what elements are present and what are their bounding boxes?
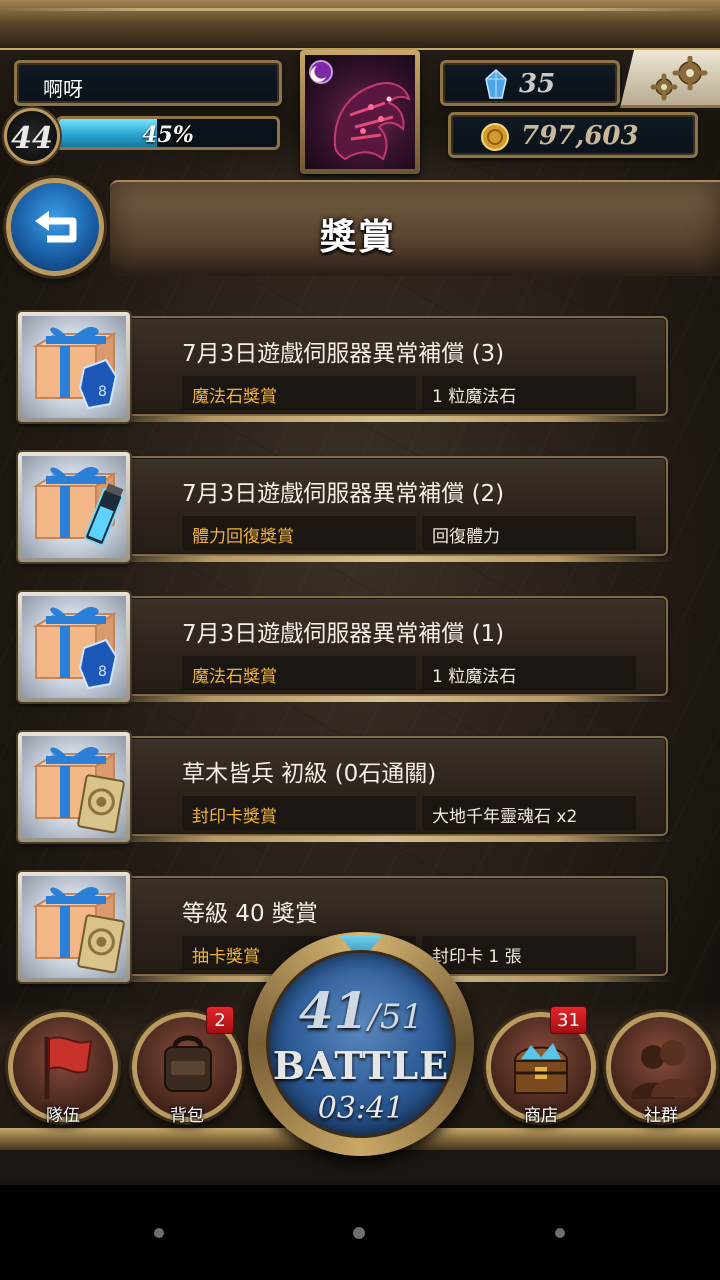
reward-panel: 7月3日遊戲伺服器異常補償 (1) 魔法石獎賞 1 粒魔法石	[96, 596, 674, 702]
gear-icon	[650, 56, 708, 101]
page-title: 獎賞	[320, 217, 397, 258]
reward-detail: 大地千年靈魂石 x2	[422, 796, 636, 830]
reward-type: 魔法石獎賞	[182, 376, 416, 410]
nav-social-button[interactable]: 社群	[606, 1012, 716, 1126]
coin-icon	[481, 123, 509, 155]
coin-counter: 797,603	[448, 112, 698, 158]
reward-title: 草木皆兵 初級 (0石通關)	[182, 761, 437, 787]
reward-title: 7月3日遊戲伺服器異常補償 (2)	[182, 481, 505, 507]
gift-box-with-seal-card-icon[interactable]	[18, 872, 130, 982]
battle-label: BATTLE	[272, 1043, 450, 1088]
system-home-button[interactable]	[353, 1227, 365, 1239]
reward-item[interactable]: 7月3日遊戲伺服器異常補償 (1) 魔法石獎賞 1 粒魔法石 8	[14, 592, 674, 702]
nav-bag-label: 背包	[170, 1106, 204, 1126]
back-button[interactable]	[6, 178, 104, 276]
exp-percent: 45%	[142, 122, 194, 148]
reward-type: 體力回復獎賞	[182, 516, 416, 550]
reward-type: 封印卡獎賞	[182, 796, 416, 830]
reward-detail: 1 粒魔法石	[422, 376, 636, 410]
battle-button-face: 41/51 BATTLE 03:41	[266, 950, 456, 1138]
nav-social-label: 社群	[644, 1106, 678, 1126]
bag-notification-badge: 2	[206, 1006, 234, 1034]
top-hud: 啊呀 45% 44 35 797,603	[0, 0, 720, 175]
nav-shop-label: 商店	[524, 1106, 558, 1126]
gift-box-with-stamina-potion-icon[interactable]	[18, 452, 130, 562]
reward-item[interactable]: 7月3日遊戲伺服器異常補償 (2) 體力回復獎賞 回復體力	[14, 452, 674, 562]
coin-count: 797,603	[521, 121, 639, 151]
stamina-max: 51	[379, 997, 424, 1037]
hud-top-ornament	[0, 0, 720, 50]
exp-bar: 45%	[56, 116, 280, 150]
settings-button[interactable]	[620, 50, 720, 108]
title-banner: 獎賞	[110, 180, 720, 276]
reward-title: 7月3日遊戲伺服器異常補償 (3)	[182, 341, 505, 367]
gem-count: 35	[519, 69, 556, 99]
stamina-timer: 03:41	[317, 1091, 405, 1126]
svg-text:8: 8	[98, 664, 107, 680]
system-recent-apps-button[interactable]	[555, 1228, 565, 1238]
player-name: 啊呀	[43, 77, 83, 101]
stamina-separator: /	[368, 997, 380, 1037]
reward-detail: 封印卡 1 張	[422, 936, 636, 970]
reward-title: 7月3日遊戲伺服器異常補償 (1)	[182, 621, 505, 647]
svg-text:8: 8	[98, 384, 107, 400]
reward-title: 等級 40 獎賞	[182, 901, 318, 927]
reward-item[interactable]: 7月3日遊戲伺服器異常補償 (3) 魔法石獎賞 1 粒魔法石 8	[14, 312, 674, 422]
magic-stone-icon	[485, 68, 507, 105]
gift-box-with-seal-card-icon[interactable]	[18, 732, 130, 842]
shop-notification-badge: 31	[550, 1006, 587, 1034]
battle-button[interactable]: 41/51 BATTLE 03:41	[248, 932, 474, 1156]
system-nav-bar	[0, 1185, 720, 1280]
system-back-button[interactable]	[154, 1228, 164, 1238]
gift-box-with-magic-stone-icon[interactable]: 8	[18, 592, 130, 702]
gift-box-with-magic-stone-icon[interactable]: 8	[18, 312, 130, 422]
player-level: 44	[11, 121, 53, 156]
reward-panel: 7月3日遊戲伺服器異常補償 (2) 體力回復獎賞 回復體力	[96, 456, 674, 562]
player-name-box: 啊呀	[14, 60, 282, 106]
reward-detail: 1 粒魔法石	[422, 656, 636, 690]
back-arrow-icon	[35, 211, 77, 243]
reward-detail: 回復體力	[422, 516, 636, 550]
gem-counter: 35	[440, 60, 620, 106]
reward-type: 魔法石獎賞	[182, 656, 416, 690]
reward-panel: 草木皆兵 初級 (0石通關) 封印卡獎賞 大地千年靈魂石 x2	[96, 736, 674, 842]
level-badge: 44	[4, 108, 60, 164]
reward-panel: 7月3日遊戲伺服器異常補償 (3) 魔法石獎賞 1 粒魔法石	[96, 316, 674, 422]
dragon-portrait-icon	[305, 55, 415, 169]
nav-team-button[interactable]: 隊伍	[8, 1012, 118, 1126]
reward-item[interactable]: 草木皆兵 初級 (0石通關) 封印卡獎賞 大地千年靈魂石 x2	[14, 732, 674, 842]
stamina-current: 41	[298, 981, 369, 1040]
leader-avatar[interactable]	[300, 50, 420, 174]
stamina-readout: 41/51	[269, 981, 453, 1040]
nav-team-label: 隊伍	[46, 1106, 80, 1126]
